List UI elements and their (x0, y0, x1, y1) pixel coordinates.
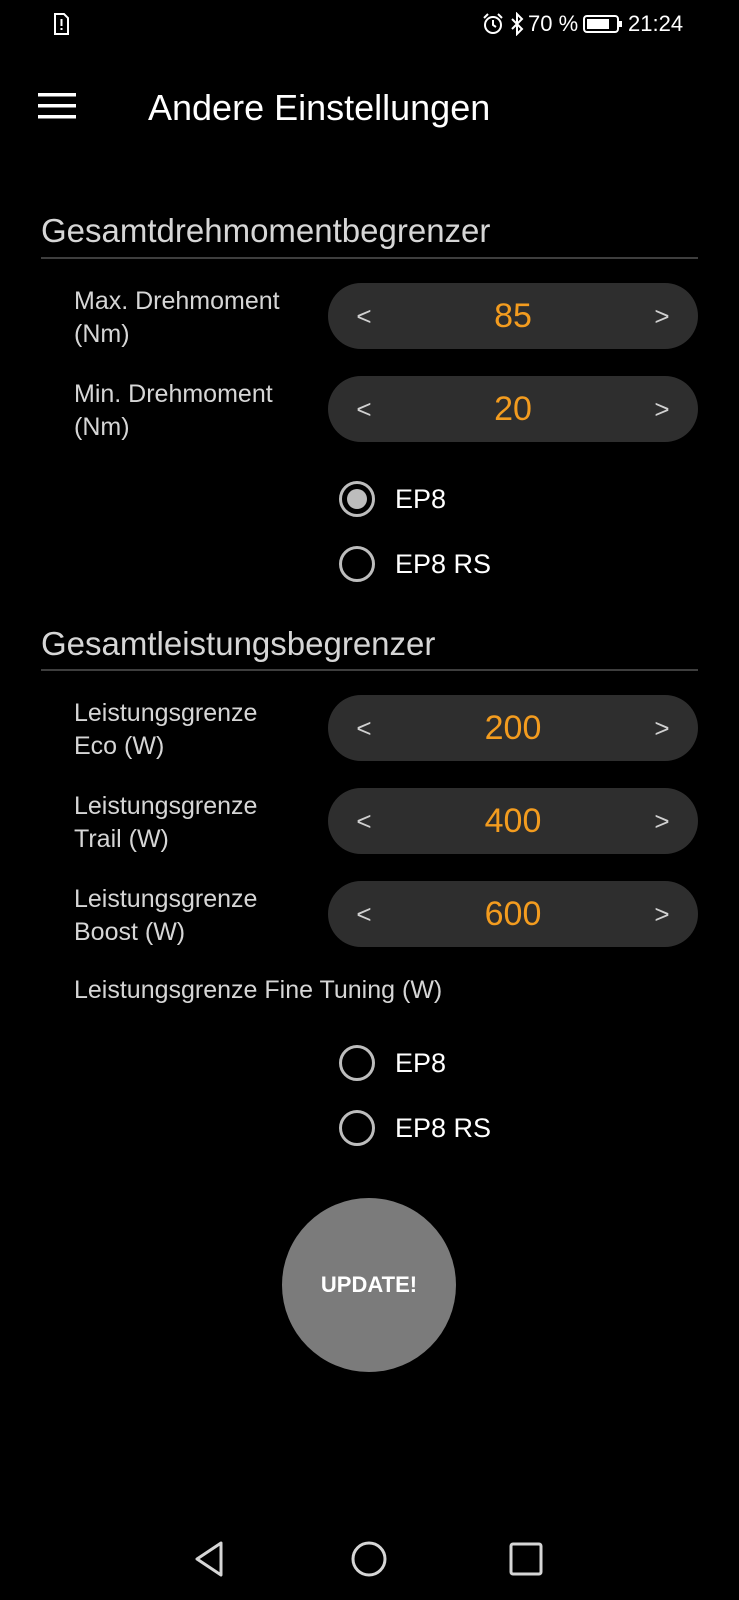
home-icon[interactable] (347, 1537, 391, 1581)
trail-power-label-line2: Trail (W) (74, 825, 169, 853)
section-divider (41, 669, 698, 671)
max-torque-label-line1: Max. Drehmoment (74, 287, 280, 315)
min-torque-label: Min. Drehmoment (Nm) (74, 378, 314, 444)
section-divider (41, 257, 698, 259)
boost-power-stepper[interactable]: < 600 > (328, 881, 698, 947)
eco-power-stepper[interactable]: < 200 > (328, 695, 698, 761)
eco-power-label-line2: Eco (W) (74, 732, 165, 760)
torque-section-title: Gesamtdrehmomentbegrenzer (41, 212, 491, 249)
power-radio-ep8-rs[interactable]: EP8 RS (339, 1109, 639, 1153)
eco-power-value: 200 (484, 709, 542, 747)
boost-power-decrement-button[interactable]: < (334, 881, 394, 947)
torque-radio-ep8-rs-label: EP8 RS (395, 549, 492, 579)
trail-power-value: 400 (484, 802, 542, 840)
trail-power-label-line1: Leistungsgrenze (74, 792, 258, 820)
trail-power-decrement-button[interactable]: < (334, 788, 394, 854)
back-icon[interactable] (189, 1537, 233, 1581)
min-torque-decrement-button[interactable]: < (334, 376, 394, 442)
min-torque-label-line1: Min. Drehmoment (74, 380, 273, 408)
status-bar: 70 % 21:24 (0, 0, 739, 52)
power-radio-ep8[interactable]: EP8 (339, 1044, 639, 1088)
boost-power-label: Leistungsgrenze Boost (W) (74, 883, 314, 949)
power-radio-ep8-rs-label: EP8 RS (395, 1113, 492, 1143)
power-section-title: Gesamtleistungsbegrenzer (41, 625, 436, 662)
torque-radio-ep8-label: EP8 (395, 484, 447, 514)
battery-percentage: 70 % (528, 11, 579, 36)
alarm-icon (483, 13, 503, 34)
sim-alert-icon (54, 13, 69, 35)
radio-dot (347, 489, 367, 509)
trail-power-stepper[interactable]: < 400 > (328, 788, 698, 854)
eco-power-increment-button[interactable]: > (632, 695, 692, 761)
trail-power-increment-button[interactable]: > (632, 788, 692, 854)
bluetooth-icon (511, 12, 524, 36)
torque-radio-ep8-rs[interactable]: EP8 RS (339, 545, 639, 589)
min-torque-label-line2: (Nm) (74, 413, 130, 441)
eco-power-decrement-button[interactable]: < (334, 695, 394, 761)
max-torque-label-line2: (Nm) (74, 320, 130, 348)
battery-icon (583, 15, 622, 33)
boost-power-increment-button[interactable]: > (632, 881, 692, 947)
status-clock: 21:24 (628, 11, 684, 36)
eco-power-label-line1: Leistungsgrenze (74, 699, 258, 727)
trail-power-label: Leistungsgrenze Trail (W) (74, 790, 314, 856)
page-title: Andere Einstellungen (148, 87, 491, 128)
boost-power-value: 600 (484, 895, 542, 933)
radio-circle-selected (339, 481, 375, 517)
max-torque-stepper[interactable]: < 85 > (328, 283, 698, 349)
update-button[interactable]: UPDATE! (282, 1198, 456, 1372)
boost-power-label-line1: Leistungsgrenze (74, 885, 258, 913)
eco-power-label: Leistungsgrenze Eco (W) (74, 697, 314, 763)
boost-power-label-line2: Boost (W) (74, 918, 186, 946)
recents-icon[interactable] (504, 1537, 548, 1581)
radio-circle (339, 1045, 375, 1081)
min-torque-value: 20 (494, 390, 532, 428)
radio-circle (339, 1110, 375, 1146)
hamburger-menu-icon[interactable] (35, 88, 79, 124)
torque-radio-ep8[interactable]: EP8 (339, 480, 639, 524)
max-torque-increment-button[interactable]: > (632, 283, 692, 349)
fine-tuning-label: Leistungsgrenze Fine Tuning (W) (74, 976, 443, 1004)
radio-circle (339, 546, 375, 582)
power-radio-ep8-label: EP8 (395, 1048, 447, 1078)
min-torque-stepper[interactable]: < 20 > (328, 376, 698, 442)
max-torque-value: 85 (494, 297, 532, 335)
max-torque-decrement-button[interactable]: < (334, 283, 394, 349)
min-torque-increment-button[interactable]: > (632, 376, 692, 442)
max-torque-label: Max. Drehmoment (Nm) (74, 285, 314, 351)
